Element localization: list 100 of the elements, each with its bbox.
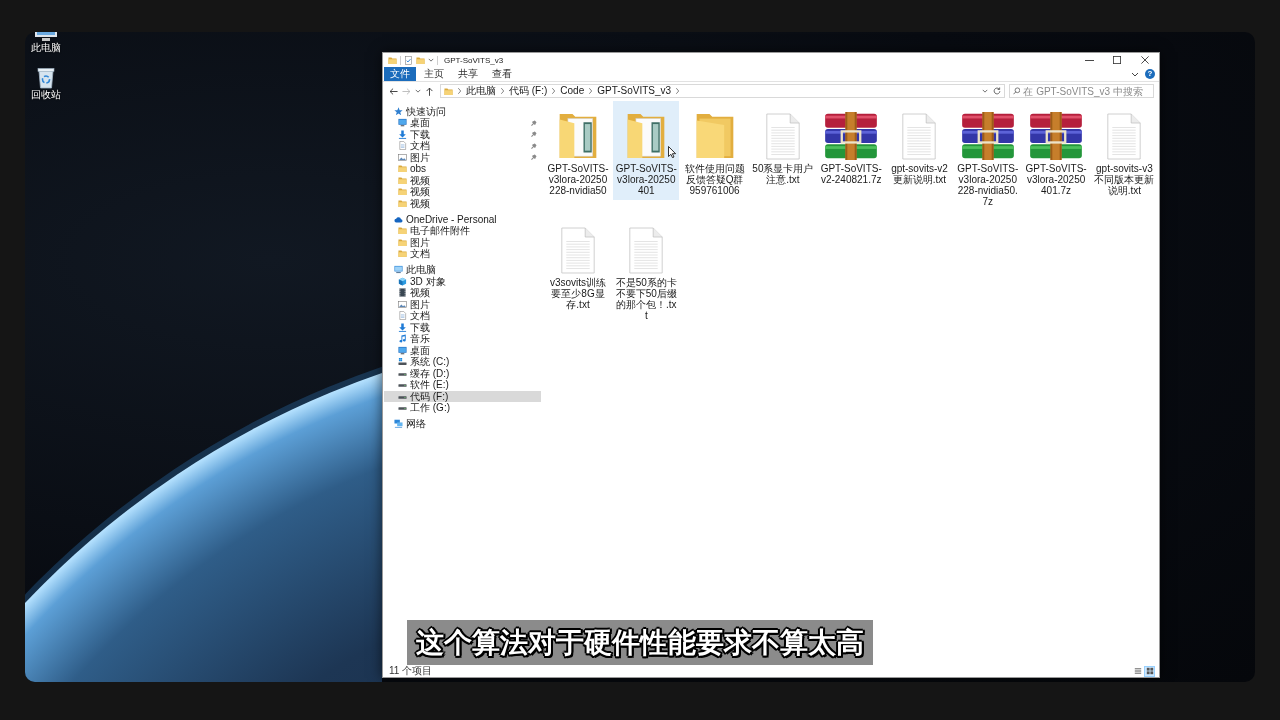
pin-icon[interactable]	[531, 131, 537, 138]
breadcrumb[interactable]: 代码 (F:)	[509, 85, 548, 97]
view-toggle-button[interactable]	[1144, 665, 1155, 677]
pin-icon[interactable]	[531, 119, 537, 126]
recycle-bin-icon	[36, 67, 56, 89]
nav-item[interactable]: 文档	[383, 310, 432, 322]
desktop-shortcut[interactable]: 此电脑	[28, 32, 64, 53]
stacked-books-icon	[960, 112, 1015, 160]
nav-item[interactable]: 视频	[383, 197, 432, 209]
ribbon-tab[interactable]: 共享	[452, 67, 484, 81]
nav-item[interactable]: 图片	[383, 236, 432, 248]
file-item[interactable]: gpt-sovits-v3不同版本更新说明.txt	[1091, 101, 1158, 200]
picture-icon	[398, 299, 407, 309]
file-item[interactable]: gpt-sovits-v2更新说明.txt	[886, 101, 953, 189]
breadcrumb[interactable]: 此电脑	[466, 85, 496, 97]
refresh-icon[interactable]	[993, 87, 1001, 95]
nav-item[interactable]: 图片	[383, 151, 432, 163]
search-field[interactable]: 在 GPT-SoVITS_v3 中搜索	[1009, 84, 1154, 98]
nav-item[interactable]: 网络	[383, 418, 428, 430]
download-arrow-icon	[398, 322, 407, 332]
desktop-shortcut[interactable]: 回收站	[28, 67, 64, 100]
star-icon	[394, 106, 403, 116]
nav-item[interactable]: 系统 (C:)	[383, 356, 452, 368]
file-item[interactable]: GPT-SoVITS-v3lora-20250228-nvidia50.7z	[954, 101, 1021, 211]
ribbon-tab[interactable]: 主页	[418, 67, 450, 81]
cloud-icon	[394, 214, 403, 224]
folder-icon	[398, 198, 407, 208]
nav-item[interactable]: 视频	[383, 287, 432, 299]
stacked-books-icon	[824, 112, 879, 160]
caret-icon[interactable]	[1131, 71, 1139, 77]
folder-icon	[398, 237, 407, 247]
folder-icon	[398, 226, 407, 236]
nav-item[interactable]: 软件 (E:)	[383, 379, 451, 391]
maximize-icon	[1113, 56, 1121, 64]
picture-icon	[398, 152, 407, 162]
chevron-right-icon[interactable]	[588, 87, 594, 95]
file-item[interactable]: GPT-SoVITS-v3lora-20250401	[613, 101, 680, 200]
ribbon-tab[interactable]: 查看	[486, 67, 518, 81]
chevron-right-icon[interactable]	[457, 87, 462, 95]
breadcrumb[interactable]: Code	[560, 85, 585, 97]
document-icon	[398, 311, 407, 321]
nav-item[interactable]: 文档	[383, 248, 432, 260]
monitor-icon	[398, 345, 407, 355]
folder-icon[interactable]	[388, 55, 397, 65]
network-icon	[394, 419, 403, 429]
nav-item[interactable]: 音乐	[383, 333, 432, 345]
file-item[interactable]: 不是50系的卡不要下50后缀的那个包！.txt	[613, 215, 680, 325]
subtitle-caption: 这个算法对于硬件性能要求不算太高	[407, 620, 873, 665]
text-file-icon	[1106, 113, 1143, 160]
file-item[interactable]: v3sovits训练要至少8G显存.txt	[545, 215, 611, 314]
help-button[interactable]: ?	[1145, 69, 1155, 79]
download-arrow-icon	[398, 129, 407, 139]
view-toggle-button[interactable]	[1132, 665, 1143, 677]
file-item[interactable]: 软件使用问题反馈答疑Q群959761006	[681, 101, 748, 200]
folder-icon	[444, 86, 453, 96]
nav-item[interactable]: 工作 (G:)	[383, 402, 452, 414]
back-arrow-icon[interactable]	[389, 86, 398, 96]
address-bar[interactable]: 此电脑 代码 (F:) Code GPT-SoVITS_v3	[440, 84, 1005, 98]
nav-item[interactable]: 缓存 (D:)	[383, 367, 452, 379]
file-item[interactable]: GPT-SoVITS-v3lora-20250228-nvidia50	[545, 101, 611, 200]
chevron-right-icon[interactable]	[551, 87, 557, 95]
nav-item[interactable]: 下载	[383, 128, 432, 140]
pin-icon[interactable]	[531, 154, 537, 161]
nav-item[interactable]: 桌面	[383, 344, 432, 356]
folder-icon	[398, 175, 407, 185]
chevron-right-icon[interactable]	[675, 87, 681, 95]
folder-icon[interactable]	[416, 55, 425, 65]
breadcrumb[interactable]: GPT-SoVITS_v3	[597, 85, 672, 97]
large-icons-view-icon	[1145, 667, 1154, 675]
search-icon	[1013, 87, 1021, 95]
nav-item[interactable]: 下载	[383, 321, 432, 333]
folder-icon	[398, 187, 407, 197]
file-item[interactable]: GPT-SoVITS-v3lora-20250401.7z	[1023, 101, 1090, 200]
pin-icon[interactable]	[531, 142, 537, 149]
nav-item[interactable]: 视频	[383, 174, 432, 186]
chevron-right-icon[interactable]	[500, 87, 505, 95]
nav-item[interactable]: 桌面	[383, 117, 432, 129]
nav-item[interactable]: 电子邮件附件	[383, 225, 472, 237]
music-note-icon	[398, 334, 407, 344]
text-file-icon	[560, 227, 596, 274]
nav-item[interactable]: 快速访问	[383, 105, 448, 117]
nav-item[interactable]: 此电脑	[383, 264, 438, 276]
mouse-pointer-icon	[668, 146, 677, 158]
document-icon	[398, 141, 407, 151]
nav-item[interactable]: 文档	[383, 140, 432, 152]
text-file-icon	[764, 113, 801, 160]
file-item[interactable]: 50系显卡用户注意.txt	[749, 101, 816, 189]
nav-item[interactable]: 视频	[383, 186, 432, 198]
details-view-icon	[1133, 667, 1142, 675]
nav-item[interactable]: 3D 对象	[383, 275, 448, 287]
nav-item[interactable]: 代码 (F:)	[384, 390, 541, 402]
nav-item[interactable]: 图片	[383, 298, 432, 310]
file-menu-button[interactable]: 文件	[384, 67, 416, 81]
system-drive-icon	[398, 357, 407, 367]
document-check-icon[interactable]	[404, 55, 413, 65]
nav-item[interactable]: obs	[383, 163, 429, 175]
file-item[interactable]: GPT-SoVITS-v2-240821.7z	[818, 101, 885, 189]
stacked-books-icon	[1029, 112, 1084, 160]
nav-item[interactable]: OneDrive - Personal	[383, 213, 499, 225]
up-arrow-icon[interactable]	[425, 86, 434, 96]
